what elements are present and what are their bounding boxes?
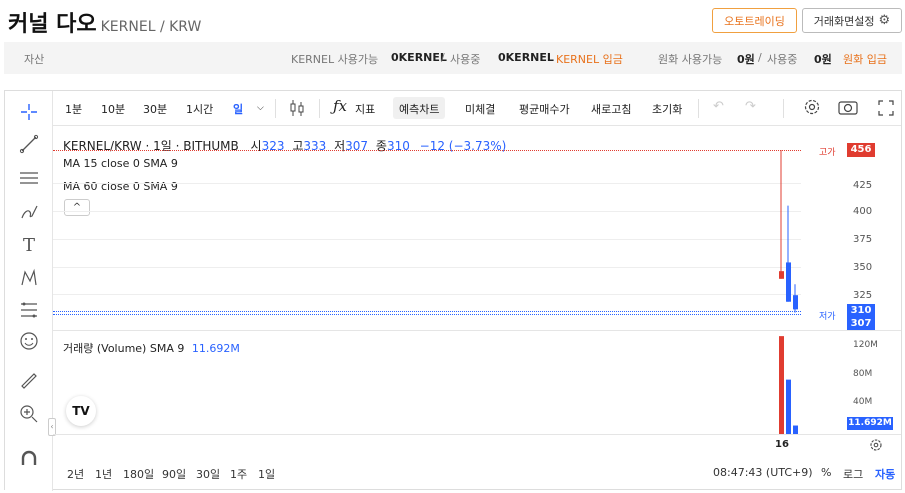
krw-separator: / <box>758 51 762 64</box>
auto-toggle[interactable]: 자동 <box>875 466 895 482</box>
camera-icon[interactable] <box>838 99 858 118</box>
volume-tick: 40M <box>853 397 873 407</box>
axis-settings-icon[interactable] <box>869 438 883 455</box>
chevron-down-icon[interactable]: ⌵ <box>257 103 264 113</box>
kernel-inuse-label: 사용중 <box>450 53 481 66</box>
last-price-tag: 310 <box>847 304 875 317</box>
magnet-icon[interactable] <box>17 447 41 471</box>
volume-value: 11.692M <box>191 342 240 355</box>
fib-icon[interactable] <box>17 298 41 322</box>
range-1y[interactable]: 1년 <box>95 466 112 482</box>
gear-icon: ⚙ <box>878 13 891 28</box>
high-price-label: 고가 <box>819 148 836 158</box>
volume-tick: 120M <box>853 340 878 350</box>
range-30d[interactable]: 30일 <box>196 466 220 482</box>
volume-axis: 120M 80M 40M 11.692M <box>801 331 901 434</box>
kernel-available-value: 0KERNEL <box>391 51 447 64</box>
range-1w[interactable]: 1주 <box>230 466 247 482</box>
drawing-toolbar: T ‹ <box>5 91 56 491</box>
volume-bar <box>779 336 784 434</box>
volume-label: 거래량 (Volume) SMA 9 <box>63 342 185 355</box>
price-tick: 425 <box>853 180 873 191</box>
volume-bar <box>793 425 798 434</box>
volume-legend[interactable]: 거래량 (Volume) SMA 9 11.692M <box>63 340 240 356</box>
crosshair-icon[interactable] <box>17 100 41 124</box>
redo-icon[interactable]: ↷ <box>745 99 756 114</box>
kernel-deposit-link[interactable]: KERNEL 입금 <box>556 51 623 67</box>
krw-available-label: 원화 사용가능 <box>658 53 723 66</box>
undo-icon[interactable]: ↶ <box>713 99 724 114</box>
indicator-button[interactable]: 지표 <box>355 101 375 117</box>
asset-label: 자산 <box>24 53 45 66</box>
interval-1h[interactable]: 1시간 <box>186 101 213 117</box>
asset-bar: 자산 KERNEL 사용가능 0KERNEL / 사용중 0KERNEL KER… <box>4 42 902 74</box>
forecast-chart-button[interactable]: 예측차트 <box>393 97 446 119</box>
kernel-separator: / <box>441 51 445 64</box>
horizontal-lines-icon[interactable] <box>17 166 41 190</box>
candle-type-icon[interactable] <box>289 98 305 121</box>
text-icon[interactable]: T <box>17 233 41 257</box>
settings-icon[interactable] <box>803 98 821 119</box>
fullscreen-icon[interactable] <box>878 100 894 119</box>
interval-day[interactable]: 일 <box>233 101 243 117</box>
page-title: 커널 다오 KERNEL / KRW <box>8 12 202 37</box>
krw-available-value: 0원 <box>737 53 755 66</box>
low-price-tag: 307 <box>847 317 875 330</box>
interval-30m[interactable]: 30분 <box>143 101 167 117</box>
interval-1m[interactable]: 1분 <box>65 101 82 117</box>
range-2y[interactable]: 2년 <box>67 466 84 482</box>
refresh-button[interactable]: 새로고침 <box>591 101 631 117</box>
auto-trading-button[interactable]: 오토트레이딩 <box>712 8 797 33</box>
clock-time[interactable]: 08:47:43 (UTC+9) <box>713 466 813 479</box>
range-180d[interactable]: 180일 <box>123 466 154 482</box>
reset-button[interactable]: 초기화 <box>652 101 682 117</box>
range-1d[interactable]: 1일 <box>258 466 275 482</box>
screen-settings-button[interactable]: 거래화면설정 ⚙ <box>802 8 902 33</box>
kernel-available-label: KERNEL 사용가능 <box>291 53 379 66</box>
price-plot[interactable] <box>53 126 801 434</box>
zoom-in-icon[interactable] <box>17 402 41 426</box>
time-axis[interactable]: 16 <box>53 434 901 456</box>
low-price-label: 저가 <box>819 312 836 322</box>
krw-inuse-value: 0원 <box>814 53 832 66</box>
pattern-icon[interactable] <box>17 266 41 290</box>
trend-line-icon[interactable] <box>17 132 41 156</box>
candle-body <box>793 295 798 310</box>
price-tick: 400 <box>853 206 873 217</box>
price-tick: 375 <box>853 234 873 245</box>
chart-footer: 2년 1년 180일 90일 30일 1주 1일 08:47:43 (UTC+9… <box>53 456 901 491</box>
screen-settings-label: 거래화면설정 <box>813 14 875 28</box>
volume-current-tag: 11.692M <box>847 417 893 430</box>
emoji-icon[interactable] <box>17 329 41 353</box>
chart-widget: T ‹ 1분 10분 30분 1시간 일 ⌵ ƒx 지표 예측차트 미체결 평균… <box>4 90 902 491</box>
pair-label: KERNEL / KRW <box>100 19 202 35</box>
high-price-tag: 456 <box>847 143 875 157</box>
volume-bar <box>786 379 791 434</box>
krw-inuse-label: 사용중 <box>767 53 798 66</box>
chart-toolbar: 1분 10분 30분 1시간 일 ⌵ ƒx 지표 예측차트 미체결 평균매수가 … <box>53 91 901 126</box>
candle-body <box>786 262 791 302</box>
brush-icon[interactable] <box>17 200 41 224</box>
krw-deposit-link[interactable]: 원화 입금 <box>843 51 887 67</box>
interval-10m[interactable]: 10분 <box>101 101 125 117</box>
tradingview-logo-icon[interactable]: TV <box>66 396 96 426</box>
kernel-inuse-value: 0KERNEL <box>498 51 554 64</box>
ruler-icon[interactable] <box>17 369 41 393</box>
price-tick: 325 <box>853 290 873 301</box>
log-toggle[interactable]: 로그 <box>843 466 863 482</box>
fine-tune-button[interactable]: 미체결 <box>465 101 495 117</box>
volume-tick: 80M <box>853 369 873 379</box>
time-tick: 16 <box>775 439 789 450</box>
price-tick: 350 <box>853 262 873 273</box>
percent-toggle[interactable]: % <box>821 466 831 479</box>
candle-body <box>779 271 784 279</box>
avg-price-button[interactable]: 평균매수가 <box>519 101 570 117</box>
function-icon[interactable]: ƒx <box>333 97 347 115</box>
range-90d[interactable]: 90일 <box>162 466 186 482</box>
